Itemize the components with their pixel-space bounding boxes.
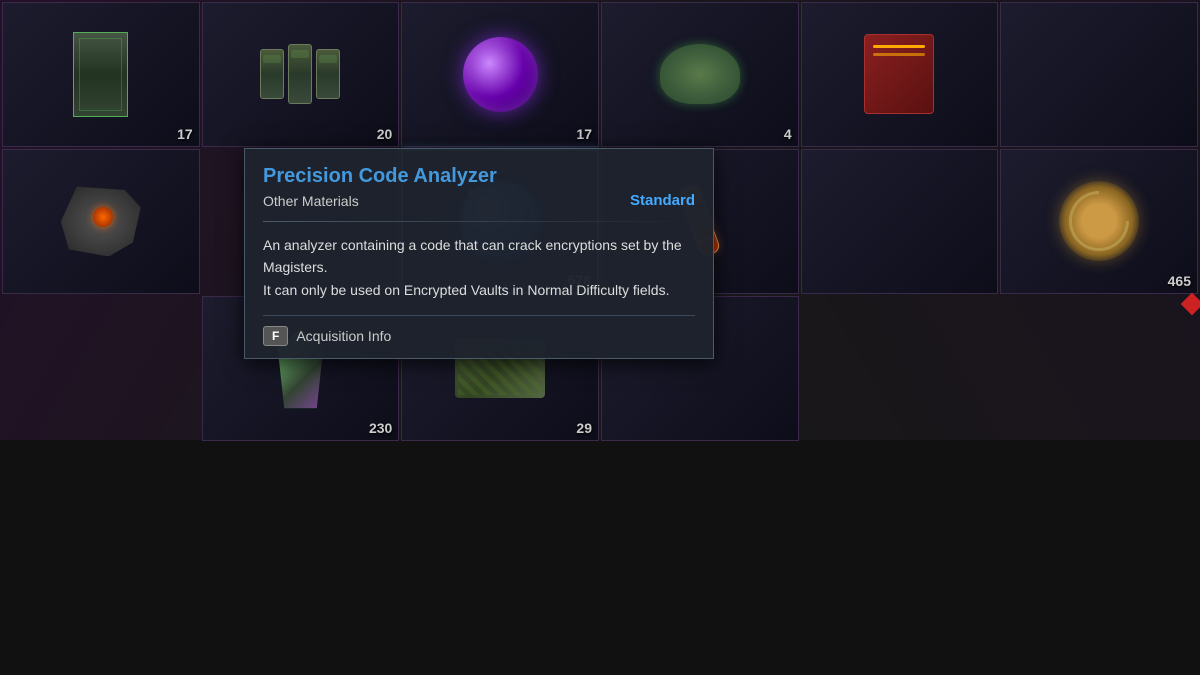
tooltip-rarity: Standard xyxy=(630,192,695,209)
tooltip-title: Precision Code Analyzer xyxy=(263,165,695,188)
tooltip-description: An analyzer containing a code that can c… xyxy=(263,234,695,301)
tower-icon xyxy=(73,32,128,117)
tooltip-category: Other Materials xyxy=(263,193,359,209)
item-count-1: 17 xyxy=(177,126,193,142)
item-visual-2 xyxy=(222,17,379,131)
item-cell-6[interactable] xyxy=(1000,2,1198,147)
item-visual-3 xyxy=(422,17,579,131)
item-visual-12 xyxy=(1021,164,1178,278)
item-count-4: 4 xyxy=(784,126,792,142)
bottom-area xyxy=(0,440,1200,675)
rocks-icon xyxy=(61,186,141,256)
acquisition-label: Acquisition Info xyxy=(296,328,391,344)
item-visual-5 xyxy=(821,17,978,131)
tooltip-panel: Precision Code Analyzer Other Materials … xyxy=(244,148,714,359)
item-cell-11[interactable] xyxy=(801,149,999,294)
item-cell-7[interactable] xyxy=(2,149,200,294)
swirl-icon xyxy=(1059,181,1139,261)
item-visual-7 xyxy=(23,164,180,278)
canister-icon xyxy=(260,44,340,104)
item-cell-3[interactable]: 17 xyxy=(401,2,599,147)
item-visual-1 xyxy=(23,17,180,131)
item-count-2: 20 xyxy=(377,126,393,142)
harddrive-icon xyxy=(864,34,934,114)
item-count-12: 465 xyxy=(1168,273,1191,289)
tooltip-subtitle-row: Other Materials Standard xyxy=(263,192,695,209)
tooltip-acquisition: F Acquisition Info xyxy=(263,315,695,346)
brain-icon xyxy=(660,44,740,104)
item-count-3: 17 xyxy=(576,126,592,142)
item-cell-1[interactable]: 17 xyxy=(2,2,200,147)
item-cell-12[interactable]: 465 xyxy=(1000,149,1198,294)
item-count-15: 29 xyxy=(576,420,592,436)
acquisition-key-badge: F xyxy=(263,326,288,346)
item-cell-5[interactable] xyxy=(801,2,999,147)
item-cell-4[interactable]: 4 xyxy=(601,2,799,147)
item-visual-4 xyxy=(622,17,779,131)
purple-orb-icon xyxy=(463,37,538,112)
tooltip-divider xyxy=(263,221,695,222)
item-cell-2[interactable]: 20 xyxy=(202,2,400,147)
item-count-14: 230 xyxy=(369,420,392,436)
